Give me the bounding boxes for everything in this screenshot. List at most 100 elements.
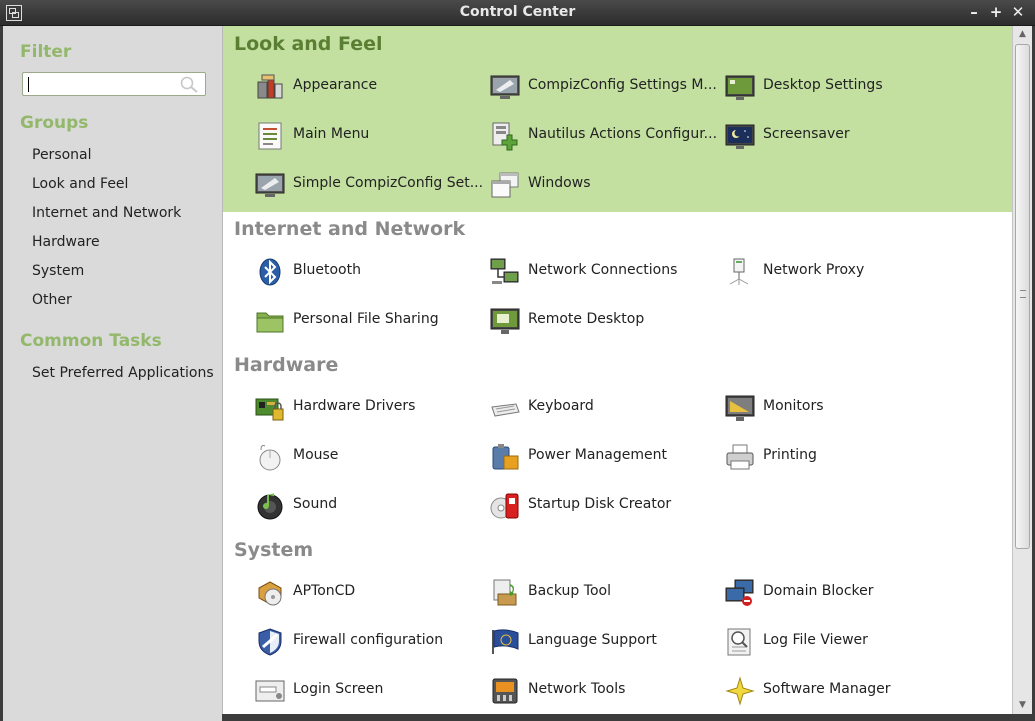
- title-bar: Control Center – + ✕: [0, 0, 1035, 26]
- maximize-button[interactable]: +: [987, 3, 1005, 21]
- screensaver-icon: [725, 124, 755, 149]
- scrollbar-thumb[interactable]: [1015, 44, 1030, 549]
- monitors-icon: [725, 395, 755, 421]
- item-personal-file-sharing[interactable]: Personal File Sharing: [255, 304, 485, 338]
- group-system[interactable]: System: [32, 263, 84, 279]
- item-label: Keyboard: [528, 398, 594, 414]
- item-main-menu[interactable]: Main Menu: [255, 119, 485, 153]
- item-label: Appearance: [293, 77, 378, 93]
- item-label: CompizConfig Settings M...: [528, 77, 717, 93]
- item-label: Firewall configuration: [293, 632, 444, 648]
- scroll-down-arrow-icon[interactable]: ▼: [1016, 700, 1029, 710]
- login-screen-icon: [255, 680, 285, 702]
- sidebar: Filter Groups Personal Look and Feel Int…: [0, 26, 222, 721]
- language-support-icon: [492, 629, 519, 654]
- item-label: Remote Desktop: [528, 311, 645, 327]
- item-screensaver[interactable]: Screensaver: [725, 119, 955, 153]
- item-desktop-settings[interactable]: Desktop Settings: [725, 70, 955, 104]
- item-label: Printing: [763, 447, 817, 463]
- group-other[interactable]: Other: [32, 292, 72, 308]
- sound-icon: [257, 493, 283, 520]
- item-label: Domain Blocker: [763, 583, 874, 599]
- item-power-management[interactable]: Power Management: [490, 440, 720, 474]
- desktop-settings-icon: [725, 75, 755, 100]
- item-label: Mouse: [293, 447, 339, 463]
- section-title-look-and-feel: Look and Feel: [234, 33, 383, 55]
- item-compizconfig[interactable]: CompizConfig Settings M...: [490, 70, 720, 104]
- domain-blocker-icon: [725, 579, 754, 606]
- windows-icon: [491, 172, 519, 198]
- item-bluetooth[interactable]: Bluetooth: [255, 255, 485, 289]
- item-label: APTonCD: [293, 583, 356, 599]
- item-software-manager[interactable]: Software Manager: [725, 674, 955, 708]
- item-remote-desktop[interactable]: Remote Desktop: [490, 304, 720, 338]
- item-keyboard[interactable]: Keyboard: [490, 391, 720, 425]
- item-label: Startup Disk Creator: [528, 496, 672, 512]
- task-set-preferred-applications[interactable]: Set Preferred Applications: [32, 365, 214, 381]
- item-printing[interactable]: Printing: [725, 440, 955, 474]
- item-domain-blocker[interactable]: Domain Blocker: [725, 576, 955, 610]
- item-log-file-viewer[interactable]: Log File Viewer: [725, 625, 955, 659]
- group-personal[interactable]: Personal: [32, 147, 92, 163]
- aptoncd-icon: [258, 581, 282, 606]
- item-label: Monitors: [763, 398, 824, 414]
- item-windows[interactable]: Windows: [490, 168, 720, 202]
- search-icon[interactable]: [179, 75, 199, 93]
- vertical-scrollbar[interactable]: ▲ ▼: [1012, 26, 1032, 714]
- backup-icon: [493, 579, 517, 606]
- software-manager-icon: [725, 676, 755, 706]
- item-label: Backup Tool: [528, 583, 611, 599]
- item-network-proxy[interactable]: Network Proxy: [725, 255, 955, 289]
- item-network-tools[interactable]: Network Tools: [490, 674, 720, 708]
- filter-input[interactable]: [22, 72, 206, 96]
- item-sound[interactable]: Sound: [255, 489, 485, 523]
- grip-icon: [1020, 290, 1026, 298]
- network-tools-icon: [492, 678, 518, 704]
- group-internet-and-network[interactable]: Internet and Network: [32, 205, 181, 221]
- item-mouse[interactable]: Mouse: [255, 440, 485, 474]
- item-hardware-drivers[interactable]: Hardware Drivers: [255, 391, 485, 425]
- folder-icon: [256, 312, 284, 333]
- item-label: Simple CompizConfig Set...: [293, 175, 484, 191]
- startup-disk-icon: [490, 493, 519, 519]
- filter-heading: Filter: [20, 42, 72, 62]
- item-appearance[interactable]: Appearance: [255, 70, 485, 104]
- close-button[interactable]: ✕: [1009, 3, 1027, 21]
- item-label: Power Management: [528, 447, 668, 463]
- item-nautilus-actions[interactable]: Nautilus Actions Configur...: [490, 119, 720, 153]
- item-backup-tool[interactable]: Backup Tool: [490, 576, 720, 610]
- appearance-icon: [257, 74, 283, 99]
- item-label: Login Screen: [293, 681, 384, 697]
- network-proxy-icon: [729, 258, 749, 285]
- scroll-up-arrow-icon[interactable]: ▲: [1016, 29, 1029, 39]
- remote-desktop-icon: [490, 308, 520, 334]
- item-label: Network Tools: [528, 681, 626, 697]
- main-panel: Look and Feel Appearance CompizConfig Se…: [222, 26, 1012, 714]
- section-title-internet-and-network: Internet and Network: [234, 218, 466, 240]
- item-monitors[interactable]: Monitors: [725, 391, 955, 425]
- item-network-connections[interactable]: Network Connections: [490, 255, 720, 289]
- group-look-and-feel[interactable]: Look and Feel: [32, 176, 128, 192]
- item-aptoncd[interactable]: APTonCD: [255, 576, 485, 610]
- section-title-hardware: Hardware: [234, 354, 339, 376]
- window-title: Control Center: [459, 4, 576, 20]
- item-label: Network Proxy: [763, 262, 865, 278]
- printer-icon: [726, 444, 754, 470]
- item-language-support[interactable]: Language Support: [490, 625, 720, 659]
- item-login-screen[interactable]: Login Screen: [255, 674, 485, 708]
- item-startup-disk-creator[interactable]: Startup Disk Creator: [490, 489, 720, 523]
- keyboard-icon: [491, 403, 520, 417]
- firewall-icon: [258, 628, 282, 656]
- item-label: Main Menu: [293, 126, 370, 142]
- main-menu-icon: [258, 122, 282, 150]
- item-firewall-configuration[interactable]: Firewall configuration: [255, 625, 485, 659]
- simple-compizconfig-icon: [255, 173, 285, 197]
- section-title-system: System: [234, 539, 314, 561]
- item-label: Software Manager: [763, 681, 891, 697]
- hardware-drivers-icon: [255, 398, 284, 421]
- group-hardware[interactable]: Hardware: [32, 234, 100, 250]
- item-label: Network Connections: [528, 262, 678, 278]
- minimize-button[interactable]: –: [965, 3, 983, 21]
- item-simple-compizconfig[interactable]: Simple CompizConfig Set...: [255, 168, 485, 202]
- item-label: Log File Viewer: [763, 632, 868, 648]
